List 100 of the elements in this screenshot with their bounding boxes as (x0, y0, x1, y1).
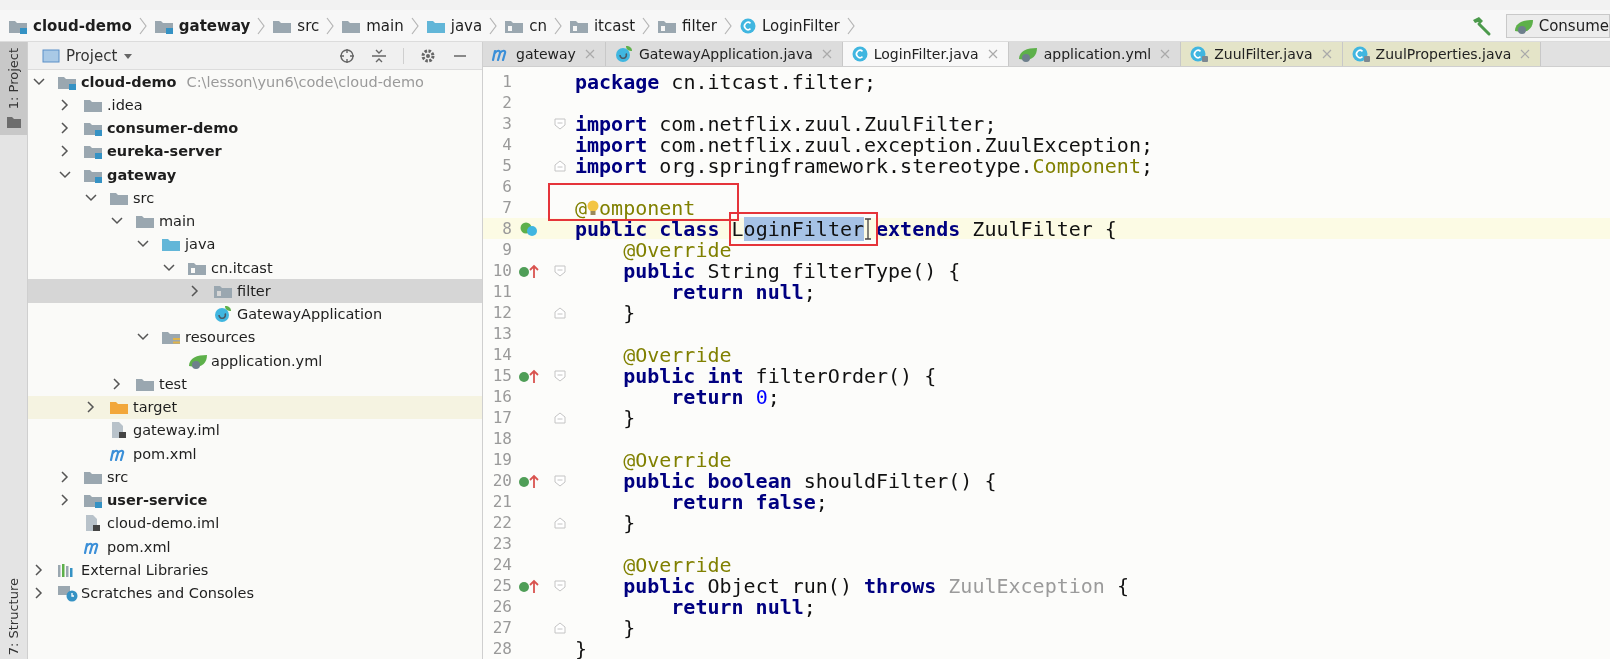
line-number: 17 (491, 408, 512, 427)
breadcrumb-item[interactable]: filter (657, 16, 717, 35)
tree-item[interactable]: gateway (28, 163, 482, 187)
breadcrumb-item[interactable]: cn (504, 16, 547, 35)
line-number: 12 (491, 303, 512, 322)
tree-item[interactable]: .idea (28, 93, 482, 117)
chevron-right-icon (325, 15, 336, 36)
tree-item[interactable]: consumer-demo (28, 116, 482, 140)
editor-tab[interactable]: ZuulFilter.java (1181, 42, 1343, 66)
folder-icon (161, 236, 181, 253)
tool-window-tab[interactable]: 1: Project (0, 42, 27, 136)
lightbulb-icon (587, 198, 600, 217)
line-number: 2 (501, 93, 512, 112)
tree-item[interactable]: user-service (28, 488, 482, 512)
tree-item[interactable]: src (28, 465, 482, 489)
editor-tab[interactable]: application.yml (1008, 42, 1182, 66)
tree-item[interactable]: resources (28, 325, 482, 349)
line-number: 21 (491, 492, 512, 511)
editor-tab[interactable]: LoginFilter.java (842, 42, 1009, 66)
line-number: 27 (491, 618, 512, 637)
breadcrumb-item[interactable]: LoginFilter (739, 16, 840, 35)
code-text: ZuulFilter { (971, 216, 1117, 241)
line-number: 20 (491, 471, 512, 490)
class-icon (1189, 45, 1210, 63)
tree-item[interactable]: gateway.iml (28, 418, 482, 442)
tree-item[interactable]: filter (28, 279, 482, 303)
line-number: 22 (491, 513, 512, 532)
tree-item[interactable]: java (28, 232, 482, 256)
tree-item[interactable]: External Libraries (28, 558, 482, 582)
code-line: package cn.itcast.filter; (575, 69, 877, 94)
editor-tab[interactable]: ZuulProperties.java (1342, 42, 1542, 66)
line-number: 9 (501, 240, 512, 259)
breadcrumb-item[interactable]: src (272, 16, 320, 35)
line-number: 28 (491, 639, 512, 658)
run-config-dropdown[interactable]: Consume (1505, 13, 1610, 38)
spring-class-icon (213, 305, 233, 324)
line-number: 8 (501, 219, 512, 238)
breadcrumb-item[interactable]: cloud-demo (8, 16, 132, 35)
tree-item[interactable]: cn.itcast (28, 256, 482, 280)
code-text: extends (876, 216, 961, 241)
selected-text: oginFilter (743, 216, 864, 241)
breadcrumb-item[interactable]: gateway (153, 16, 251, 35)
tree-item[interactable]: src (28, 186, 482, 210)
folder-icon (135, 213, 155, 230)
code-text: L (731, 216, 744, 241)
tree-item[interactable]: cloud-demo.iml (28, 511, 482, 535)
tree-item[interactable]: Scratches and Consoles (28, 581, 482, 605)
resources-folder-icon (161, 329, 181, 346)
tree-item[interactable]: pom.xml (28, 442, 482, 466)
code-line: } (622, 510, 636, 535)
line-number: 10 (491, 261, 512, 280)
code-line: } (622, 405, 636, 430)
line-number: 26 (491, 597, 512, 616)
module-file-icon (109, 421, 127, 440)
line-number: 19 (491, 450, 512, 469)
crosshair-icon[interactable] (339, 47, 355, 64)
line-number: 4 (501, 135, 512, 154)
breadcrumb-item[interactable]: itcast (568, 16, 636, 35)
tool-window-tab[interactable]: 7: Structure (0, 571, 27, 659)
line-number: 7 (501, 198, 512, 217)
class-icon (1350, 45, 1371, 63)
code-line: } (622, 615, 636, 640)
scratches-icon (57, 584, 79, 603)
line-number: 24 (491, 555, 512, 574)
class-icon (739, 16, 757, 35)
window-icon (42, 48, 60, 63)
tree-item[interactable]: GatewayApplication (28, 302, 482, 326)
settings-icon[interactable] (420, 47, 436, 64)
tree-item[interactable]: main (28, 209, 482, 233)
line-number: 18 (491, 429, 512, 448)
chevron-right-icon (488, 15, 499, 36)
breadcrumb-item[interactable]: main (341, 16, 404, 35)
code-line: } (575, 636, 588, 659)
line-number: 1 (501, 72, 512, 91)
collapse-icon[interactable] (371, 47, 387, 64)
module-folder-icon (83, 492, 103, 509)
class-icon (850, 45, 869, 63)
chevron-right-icon (409, 15, 420, 36)
spring-class-icon (613, 45, 634, 63)
line-number: 16 (491, 387, 512, 406)
tree-item[interactable]: pom.xml (28, 535, 482, 559)
view-dropdown[interactable]: Project (42, 46, 134, 65)
breadcrumb-item[interactable]: java (425, 16, 483, 35)
line-number: 15 (491, 366, 512, 385)
text-cursor-icon (864, 217, 872, 240)
line-number: 23 (491, 534, 512, 553)
editor-tab[interactable]: gateway (483, 42, 606, 66)
path-hint: C:\lesson\yun6\code\cloud-demo (186, 73, 424, 90)
line-number: 6 (501, 177, 512, 196)
leaf-file-icon (1016, 45, 1039, 63)
editor-tab[interactable]: GatewayApplication.java (605, 42, 843, 66)
tree-item[interactable]: test (28, 372, 482, 396)
tree-item[interactable]: application.yml (28, 349, 482, 373)
tree-item[interactable]: cloud-demo C:\lesson\yun6\code\cloud-demo (28, 70, 482, 94)
tree-item[interactable]: eureka-server (28, 139, 482, 163)
code-line: import com.netflix.zuul.ZuulFilter; (575, 111, 997, 136)
chevron-right-icon (641, 15, 652, 36)
line-number: 5 (501, 156, 512, 175)
tree-item[interactable]: target (28, 395, 482, 419)
line-number: 25 (491, 576, 512, 595)
